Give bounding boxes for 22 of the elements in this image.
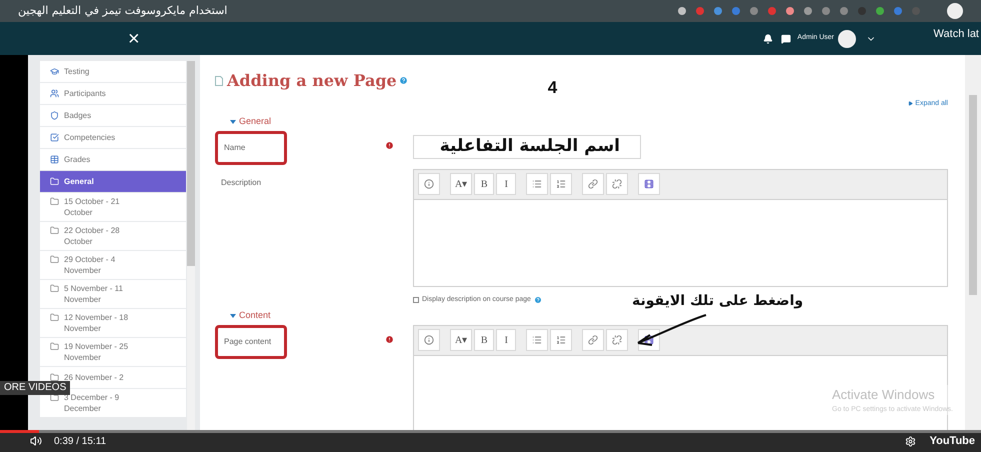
sidebar-item-label: Participants (64, 88, 106, 99)
sidebar-item-label: Grades (64, 154, 90, 165)
sidebar-item-label: 5 November - 11 November (64, 283, 123, 305)
sidebar-item-label: 29 October - 4 November (64, 254, 116, 276)
annotation-text: واضغط على تلك الايقونة (632, 292, 804, 311)
time-display: 0:39 / 15:11 (54, 434, 106, 448)
sidebar-item-label: 12 November - 18 November (64, 312, 128, 334)
sidebar-item-label: 26 November - 2 (64, 372, 124, 383)
sidebar-item-label: Competencies (64, 132, 116, 143)
field-label: Description (221, 178, 262, 186)
sidebar-item-label: 15 October - 21 October (64, 196, 120, 218)
sidebar-item-label: General (64, 176, 94, 187)
video-title: استخدام مايكروسوفت تيمز في التعليم الهجين (18, 2, 228, 19)
activation-title: Activate Windows (832, 386, 936, 404)
step-number: 4 (548, 77, 558, 99)
sidebar-item-label: 19 November - 25 November (64, 341, 128, 363)
sidebar-item-label: Badges (64, 110, 92, 121)
page-title: Adding a new Page (227, 70, 397, 92)
sidebar-item-label: Testing (64, 66, 90, 77)
sidebar-item-label: 22 October - 28 October (64, 225, 120, 247)
field-label: Page content (224, 336, 272, 348)
field-label: Name (224, 142, 246, 154)
